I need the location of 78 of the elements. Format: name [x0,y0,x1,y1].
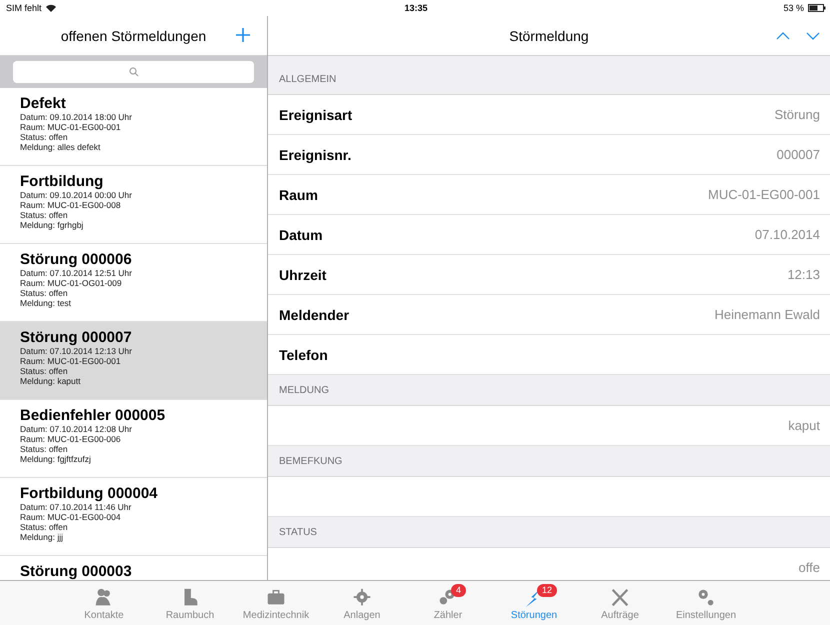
field-label: Ereignisnr. [279,146,352,162]
clock-text: 13:35 [404,3,428,13]
report-detail-text: Datum: 07.10.2014 12:08 Uhr [20,424,133,434]
section-header: STATUS [279,526,317,538]
report-list-item[interactable]: Bedienfehler 000005 Datum: 07.10.2014 12:08 Uhr Raum: MUC-01-EG00-006 Status: offen Meldung: fgjftfzufzj [0,400,267,478]
section-header: MELDUNG [279,384,330,396]
report-list-item[interactable]: Fortbildung Datum: 09.10.2014 00:00 Uhr Raum: MUC-01-EG00-008 Status: offen Meldung: fgrhgbj [0,166,267,244]
field-value: Heinemann Ewald [714,307,820,322]
tab-item[interactable]: Aufträge [577,581,663,625]
chevron-down-icon[interactable] [806,32,820,40]
field-label: Ereignisart [279,106,352,122]
report-detail-text: Status: offen [20,288,69,298]
wifi-icon [46,4,56,12]
tab-item[interactable]: Einstellungen [663,581,749,625]
field-value: 000007 [776,147,820,162]
report-title: Fortbildung [20,173,104,190]
field-value: Störung [774,107,820,122]
field-value: offe [798,560,820,575]
report-detail-text: Raum: MUC-01-EG00-008 [20,200,122,210]
report-title: Störung 000006 [20,251,133,268]
report-detail-text: Meldung: test [20,298,72,308]
search-icon [128,67,138,77]
add-icon[interactable] [235,27,251,43]
field-label: Datum [279,226,323,242]
report-title: Fortbildung 000004 [20,485,159,502]
report-detail-text: Raum: MUC-01-EG00-004 [20,512,122,522]
tools-icon [609,586,631,608]
report-title: Bedienfehler 000005 [20,407,166,424]
report-detail-text: Datum: 09.10.2014 00:00 Uhr [20,190,133,200]
tab-item[interactable]: 4 Zähler [405,581,491,625]
field-value: 07.10.2014 [754,227,820,242]
chevron-up-icon[interactable] [776,32,790,40]
field-label: Uhrzeit [279,266,326,282]
report-list-item[interactable]: Defekt Datum: 09.10.2014 18:00 Uhr Raum: MUC-01-EG00-001 Status: offen Meldung: alles defekt [0,88,267,166]
field-value: kaput [788,418,820,433]
battery-icon [808,4,826,12]
section-header: BEMEFKUNG [279,456,342,466]
report-detail-text: Status: offen [20,210,69,220]
section-header: ALLGEMEIN [279,74,336,84]
field-value: 12:13 [787,267,820,282]
report-title: Störung 000007 [20,329,133,346]
report-title: Defekt [20,95,67,112]
field-label: Raum [279,186,318,202]
report-detail-text: Status: offen [20,522,69,532]
report-detail-text: Status: offen [20,132,69,142]
report-title: Störung 000003 [20,563,133,580]
field-label: Meldender [279,306,350,322]
report-detail-text: Raum: MUC-01-EG00-001 [20,122,122,132]
search-field[interactable] [13,61,254,83]
report-detail-text: Datum: 09.10.2014 18:00 Uhr [20,112,133,122]
report-detail-text: Meldung: alles defekt [20,142,102,152]
report-detail-text: Raum: MUC-01-OG01-009 [20,278,123,288]
report-detail-text: Meldung: fgjftfzufzj [20,454,92,464]
report-detail-text: Meldung: kaputt [20,376,82,386]
report-detail-text: Datum: 07.10.2014 12:51 Uhr [20,268,133,278]
list-title: offenen Störmeldungen [60,28,206,44]
tab-item[interactable]: Kontakte [61,581,147,625]
detail-title: Störmeldung [509,28,589,44]
report-detail-text: Raum: MUC-01-EG00-006 [20,434,122,444]
report-detail-text: Meldung: fgrhgbj [20,220,84,230]
tab-item[interactable]: Raumbuch [147,581,233,625]
report-detail-text: Datum: 07.10.2014 12:13 Uhr [20,346,133,356]
battery-text: 53 % [783,3,804,13]
tab-item[interactable]: Medizintechnik [233,581,319,625]
report-list-item[interactable]: Störung 000007 Datum: 07.10.2014 12:13 Uhr Raum: MUC-01-EG00-001 Status: offen Meldung: kaputt [0,322,267,400]
tab-item[interactable]: Anlagen [319,581,405,625]
report-detail-text: Status: offen [20,444,69,454]
report-detail-text: Datum: 07.10.2014 11:46 Uhr [20,502,132,512]
report-detail-text: Raum: MUC-01-EG00-001 [20,356,122,366]
report-list-item[interactable]: Fortbildung 000004 Datum: 07.10.2014 11:46 Uhr Raum: MUC-01-EG00-004 Status: offen Meldung: jjj [0,478,267,556]
report-detail-text: Meldung: jjj [20,532,64,542]
field-label: Telefon [279,346,328,362]
report-detail-text: Status: offen [20,366,69,376]
tab-item[interactable]: 12 Störungen [491,581,577,625]
count-badge: 4 [451,584,466,596]
field-value: MUC-01-EG00-001 [708,187,820,202]
count-badge: 12 [537,584,558,596]
carrier-text: SIM fehlt [6,3,42,13]
